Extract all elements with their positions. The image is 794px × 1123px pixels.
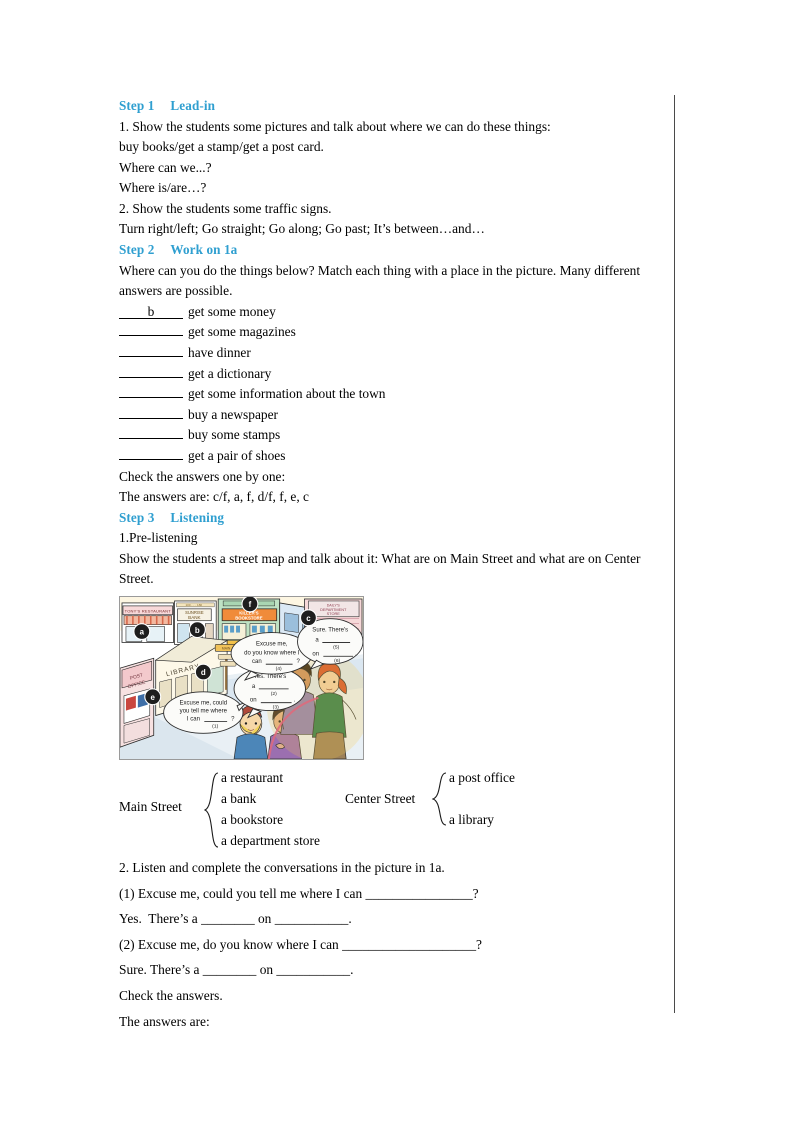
step-1-line-2: buy books/get a stamp/get a post card. [119,139,324,155]
center-street-brace [432,772,447,826]
marker-d: d [201,668,206,677]
svg-text:(6): (6) [334,658,340,664]
step-1-line-1: 1. Show the students some pictures and t… [119,118,551,134]
match-item-label: get some money [188,303,276,319]
match-item-label: get some information about the town [188,386,386,402]
svg-text:Sure. There's: Sure. There's [312,628,348,634]
step-1-line-6: Turn right/left; Go straight; Go along; … [119,221,485,237]
match-answer-blank[interactable]: b [119,305,183,319]
svg-text:(4): (4) [276,666,282,672]
brace-item: a post office [449,770,515,785]
street-brace-diagram: Main Street a restaurant a bank a bookst… [119,768,679,850]
match-row: have dinner [119,343,669,364]
step-2-check-line: Check the answers one by one: [119,468,286,484]
illustration-container: TONY'S RESTAURANT 100 · · · 180 SUNRISE … [119,596,364,760]
center-street-label: Center Street [345,791,416,806]
brace-item: a bank [221,791,257,806]
step-2-heading: Step 2 Work on 1a [119,240,669,261]
pre-listening-label: 1.Pre-listening [119,530,198,546]
svg-text:TONY'S RESTAURANT: TONY'S RESTAURANT [125,608,172,613]
marker-a: a [140,628,145,637]
conversation-line-1: (1) Excuse me, could you tell me where I… [119,885,479,901]
match-answer-blank[interactable] [119,322,183,337]
step-1-name: Lead-in [170,98,216,113]
marker-e: e [151,693,156,702]
svg-text:100 · · · 180: 100 · · · 180 [185,603,202,607]
match-row: b get some money [119,302,669,323]
step-1-line-3: Where can we...? [119,159,212,175]
brace-item: a restaurant [221,770,284,785]
match-item-label: get some magazines [188,324,296,340]
svg-text:MAIN: MAIN [222,647,231,651]
match-answer-blank[interactable] [119,384,183,399]
match-row: get a dictionary [119,364,669,385]
step-3-listening-block: 2. Listen and complete the conversations… [119,858,679,1032]
conversation-line-4: Sure. There’s a ________ on ___________. [119,962,354,978]
svg-text:I can: I can [187,716,200,722]
brace-item: a bookstore [221,812,284,827]
step-2-label: Step 2 [119,242,155,258]
match-answer-blank[interactable] [119,405,183,419]
marker-c: c [306,614,311,623]
match-row: get some information about the town [119,384,669,405]
step-1-heading: Step 1 Lead-in [119,96,669,117]
svg-text:do you know where I: do you know where I [244,650,300,656]
match-answer-blank[interactable] [119,446,183,460]
svg-text:(1): (1) [212,723,218,729]
svg-text:Excuse me, could: Excuse me, could [180,701,228,707]
document-page: Step 1 Lead-in 1. Show the students some … [0,0,794,1123]
match-item-label: get a pair of shoes [188,447,286,463]
check-answers-line: Check the answers. [119,987,223,1003]
main-street-label: Main Street [119,799,182,814]
svg-text:you tell me where: you tell me where [180,709,228,715]
match-item-label: buy some stamps [188,427,281,443]
brace-item: a library [449,812,494,827]
step-1-label: Step 1 [119,98,155,113]
step-2-intro: Where can you do the things below? Match… [119,262,641,299]
step-2-answers-line: The answers are: c/f, a, f, d/f, f, e, c [119,489,309,505]
step-3-heading: Step 3 Listening [119,508,669,529]
svg-text:DAILY'S: DAILY'S [327,603,341,607]
svg-text:(2): (2) [271,691,277,697]
match-item-label: get a dictionary [188,365,272,381]
svg-text:can: can [252,659,262,665]
document-content: Step 1 Lead-in 1. Show the students some … [119,96,669,1029]
step-1-line-4: Where is/are…? [119,180,207,196]
svg-text:(5): (5) [333,644,339,650]
match-item-label: buy a newspaper [188,406,278,422]
svg-text:on: on [250,698,257,704]
svg-text:STORE: STORE [327,612,341,616]
match-answer-blank[interactable] [119,343,183,357]
svg-text:Excuse me,: Excuse me, [256,641,288,647]
listen-task: 2. Listen and complete the conversations… [119,860,445,875]
match-row: get a pair of shoes [119,446,669,467]
match-row: get some magazines [119,322,669,343]
step-2-name: Work on 1a [170,242,238,258]
step-3-label: Step 3 [119,509,155,525]
match-answer-blank[interactable] [119,425,183,440]
match-list: b get some money get some magazines have… [119,302,669,467]
svg-text:on: on [312,651,319,657]
match-row: buy some stamps [119,425,669,446]
marker-b: b [195,626,200,635]
match-row: buy a newspaper [119,405,669,426]
street-scene-comic: TONY'S RESTAURANT 100 · · · 180 SUNRISE … [119,596,364,760]
answers-are-line: The answers are: [119,1013,210,1029]
step-1-line-5: 2. Show the students some traffic signs. [119,200,332,216]
step-3-name: Listening [170,509,225,525]
match-item-label: have dinner [188,344,251,360]
svg-text:BANK: BANK [188,615,200,620]
match-answer-blank[interactable] [119,364,183,378]
pre-listening-text: Show the students a street map and talk … [119,550,641,587]
conversation-line-3: (2) Excuse me, do you know where I can _… [119,936,482,952]
svg-text:(3): (3) [273,705,279,711]
conversation-line-2: Yes. There’s a ________ on ___________. [119,911,352,927]
main-street-brace [204,772,219,848]
brace-item: a department store [221,833,320,848]
marker-f: f [249,600,252,609]
svg-text:BOOKSTORE: BOOKSTORE [235,615,263,620]
